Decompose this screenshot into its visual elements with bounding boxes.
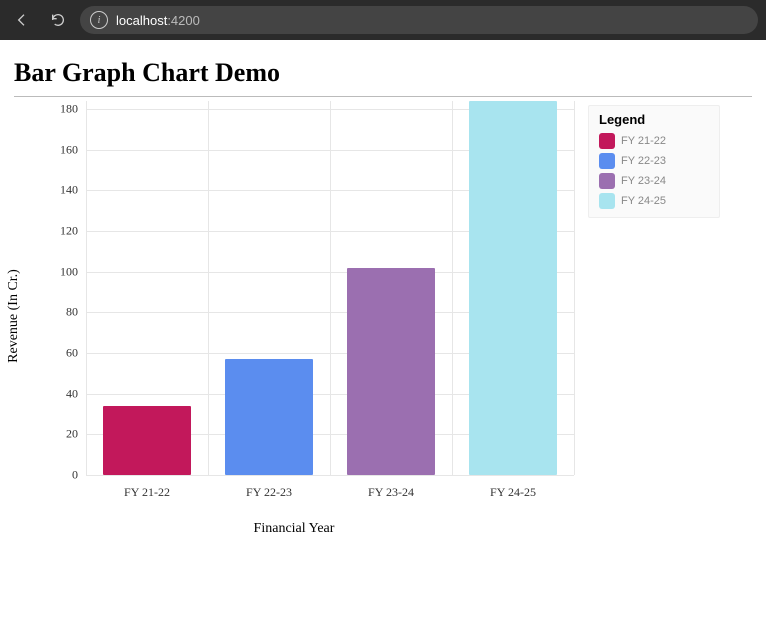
y-tick-label: 120 (60, 224, 78, 239)
legend-swatch (599, 173, 615, 189)
gridline-vertical (574, 101, 575, 475)
browser-chrome: i localhost:4200 (0, 0, 766, 40)
bar[interactable] (225, 359, 313, 475)
legend-swatch (599, 133, 615, 149)
legend-title: Legend (599, 112, 709, 127)
x-tick-label: FY 24-25 (490, 485, 536, 500)
x-tick-label: FY 22-23 (246, 485, 292, 500)
url-text: localhost:4200 (116, 13, 200, 28)
url-host: localhost (116, 13, 167, 28)
y-tick-label: 100 (60, 264, 78, 279)
chart: Revenue (In Cr.) 02040608010012014016018… (14, 101, 574, 531)
bars: FY 21-22FY 22-23FY 23-24FY 24-25 (86, 101, 574, 475)
gridline (86, 475, 574, 476)
legend-label: FY 22-23 (621, 155, 666, 167)
y-axis-label: Revenue (In Cr.) (6, 269, 22, 363)
legend-label: FY 21-22 (621, 135, 666, 147)
back-icon[interactable] (8, 6, 36, 34)
x-axis-label: Financial Year (254, 521, 335, 537)
legend-item[interactable]: FY 23-24 (599, 171, 709, 191)
info-icon: i (90, 11, 108, 29)
plot-area: 020406080100120140160180 FY 21-22FY 22-2… (86, 101, 574, 475)
y-tick-label: 80 (66, 305, 78, 320)
legend-item[interactable]: FY 22-23 (599, 151, 709, 171)
y-tick-label: 0 (72, 468, 78, 483)
x-tick-label: FY 23-24 (368, 485, 414, 500)
legend-label: FY 24-25 (621, 195, 666, 207)
bar[interactable] (103, 406, 191, 475)
y-tick-label: 160 (60, 142, 78, 157)
y-tick-label: 60 (66, 346, 78, 361)
chart-container: Revenue (In Cr.) 02040608010012014016018… (14, 101, 752, 531)
legend: Legend FY 21-22 FY 22-23 FY 23-24 FY 24-25 (588, 105, 720, 218)
url-port: :4200 (167, 13, 200, 28)
page-content: Bar Graph Chart Demo Revenue (In Cr.) 02… (0, 42, 766, 541)
page-title: Bar Graph Chart Demo (14, 58, 752, 88)
address-bar[interactable]: i localhost:4200 (80, 6, 758, 34)
legend-item[interactable]: FY 21-22 (599, 131, 709, 151)
x-tick-label: FY 21-22 (124, 485, 170, 500)
bar[interactable] (469, 101, 557, 475)
y-tick-label: 140 (60, 183, 78, 198)
legend-label: FY 23-24 (621, 175, 666, 187)
y-tick-label: 180 (60, 102, 78, 117)
divider (14, 96, 752, 97)
legend-swatch (599, 193, 615, 209)
bar[interactable] (347, 268, 435, 475)
legend-swatch (599, 153, 615, 169)
y-tick-label: 20 (66, 427, 78, 442)
y-tick-label: 40 (66, 386, 78, 401)
legend-item[interactable]: FY 24-25 (599, 191, 709, 211)
reload-icon[interactable] (44, 6, 72, 34)
